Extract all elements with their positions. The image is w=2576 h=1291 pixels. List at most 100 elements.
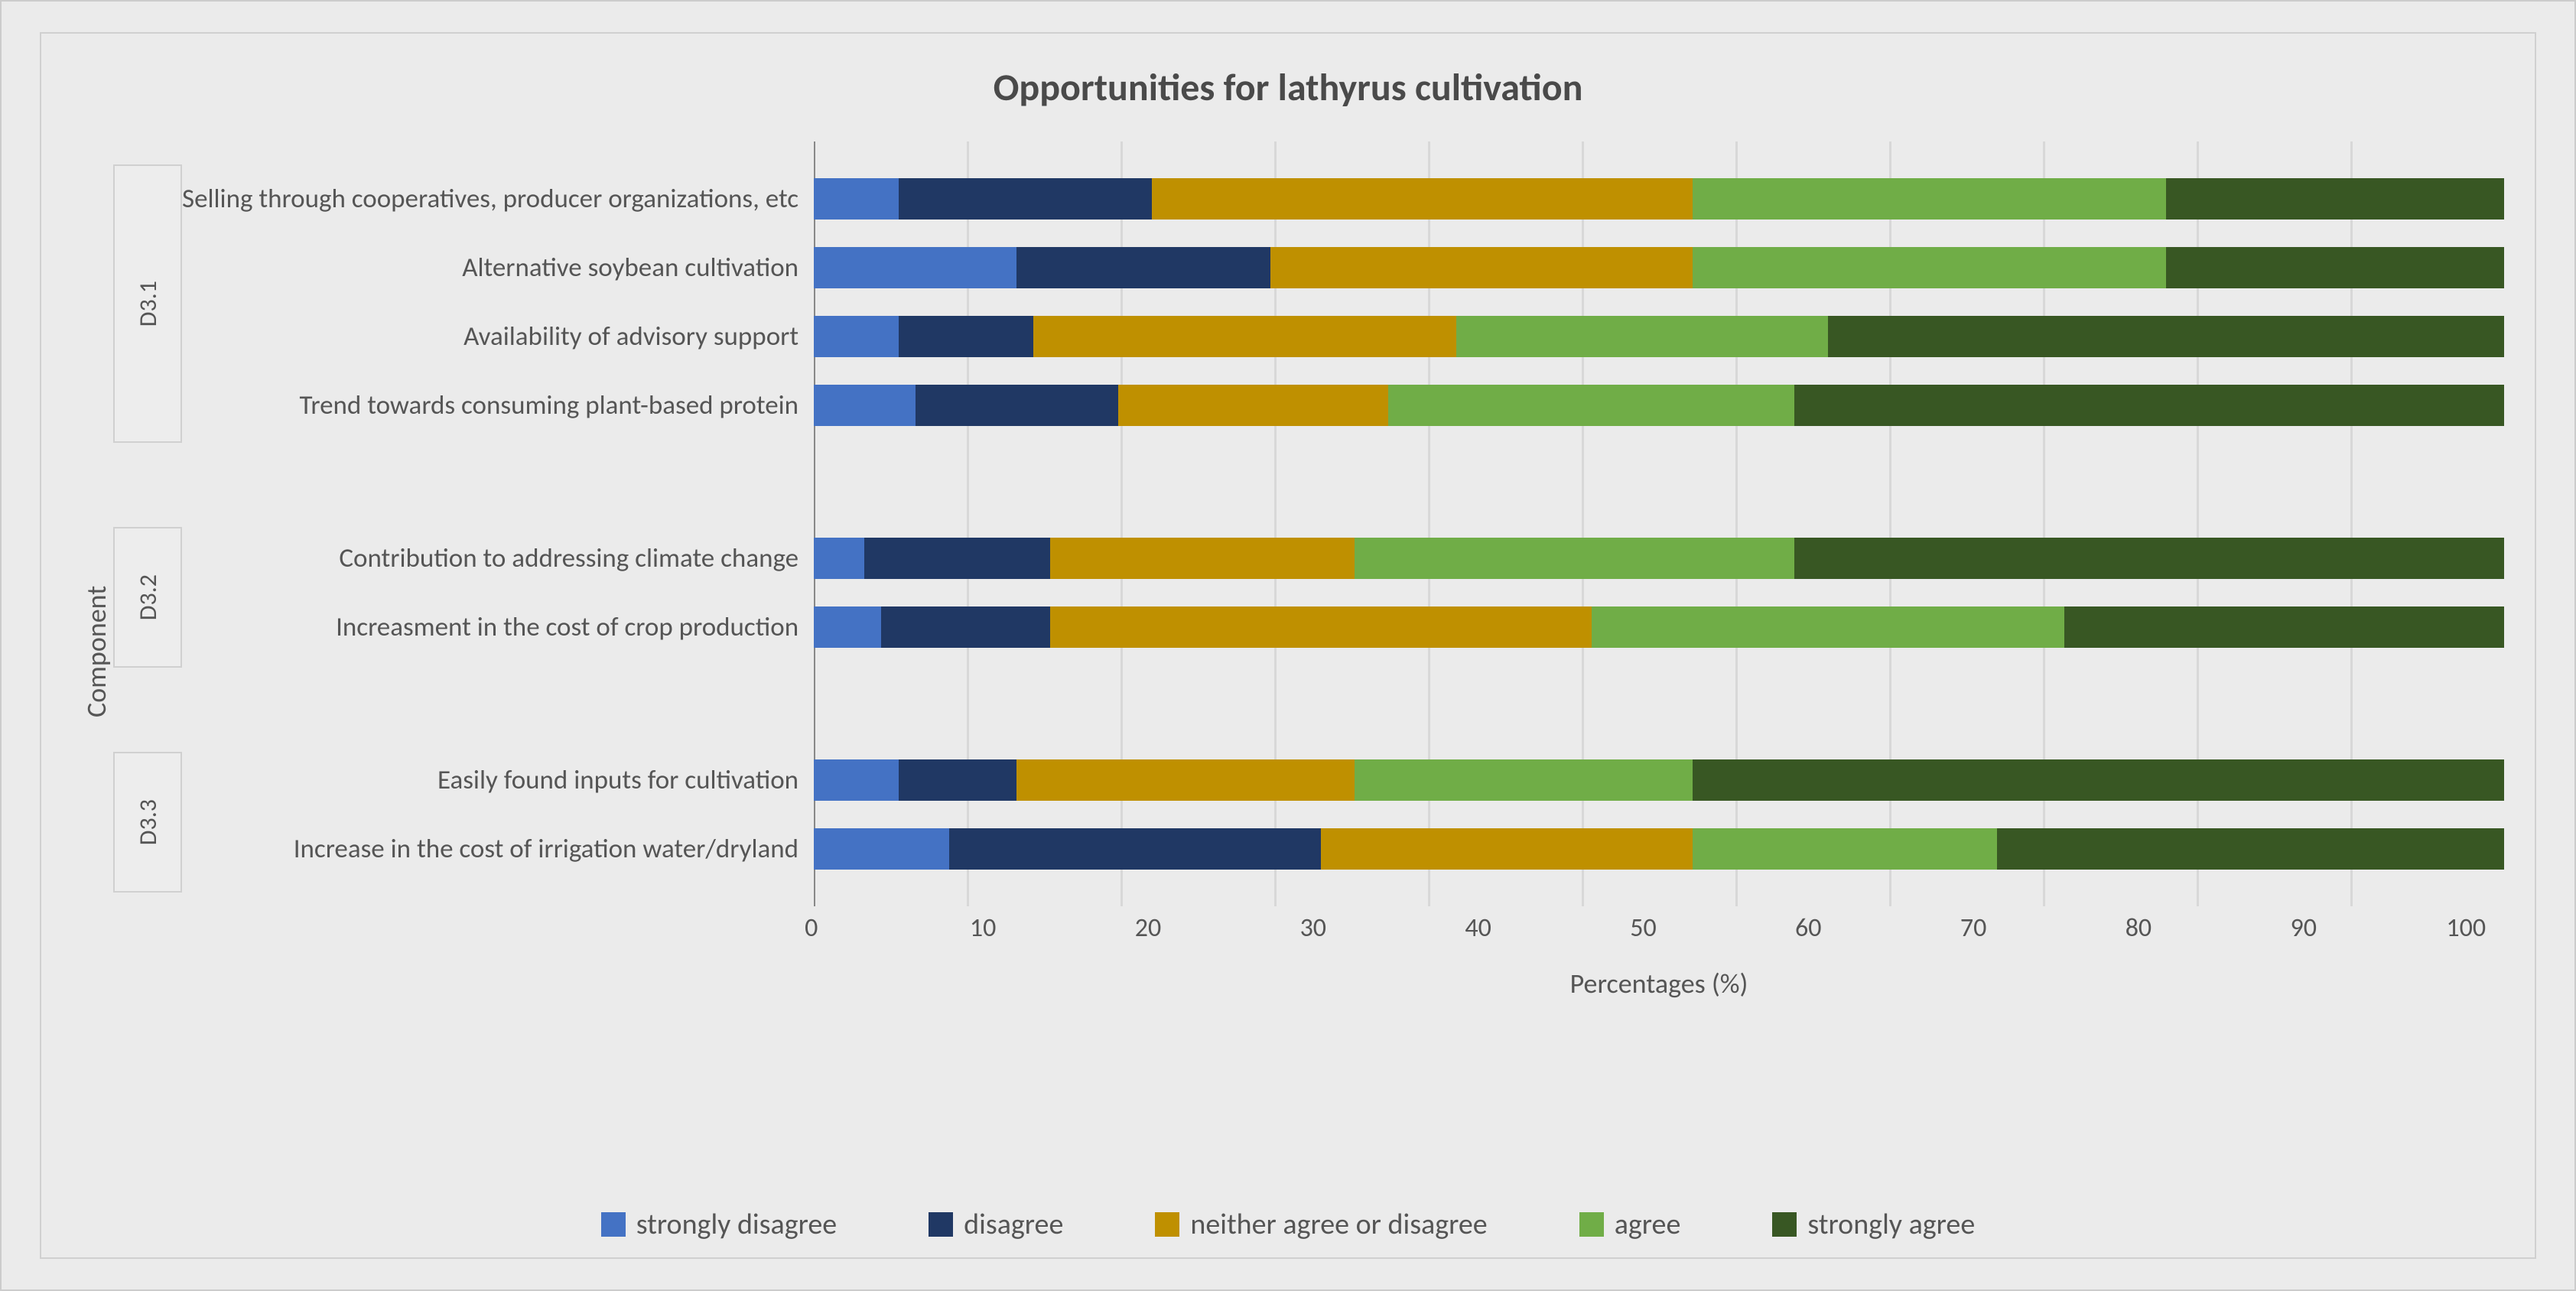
group-box: D3.3 [113,752,182,893]
bar-row [814,746,2504,815]
bar-segment [814,178,898,220]
stacked-bar [814,759,2504,801]
plot-area [814,141,2504,906]
legend-swatch [929,1212,953,1237]
bar-segment [899,316,1034,357]
bar-segment [1794,538,2504,579]
plot-column: 0102030405060708090100 Percentages (%) [814,141,2504,1161]
bar-segment [1016,247,1270,288]
group-box: D3.2 [113,527,182,668]
x-axis-ticks: 0102030405060708090100 [814,906,2504,944]
bar-segment [1456,316,1828,357]
bar-segment [814,828,949,870]
stacked-bar [814,316,2504,357]
bar-segment [916,385,1118,426]
spacer [113,668,182,752]
legend: strongly disagree disagree neither agree o… [72,1207,2504,1242]
bar-segment [2166,247,2504,288]
bar-segment [1693,759,2504,801]
category-label: Easily found inputs for cultivation [182,746,814,815]
spacer [182,883,814,906]
x-tick-label: 40 [1465,912,1630,944]
x-tick-label: 60 [1795,912,1960,944]
chart-title: Opportunities for lathyrus cultivation [72,64,2504,111]
legend-label: agree [1615,1207,1681,1242]
legend-label: strongly disagree [636,1207,837,1242]
x-tick-label: 0 [805,912,970,944]
chart-frame: Opportunities for lathyrus cultivation C… [0,0,2576,1291]
spacer [814,662,2504,746]
bar-segment [1693,178,2166,220]
bar-segment [1592,606,2065,648]
bar-segment [899,759,1017,801]
category-labels-column: Selling through cooperatives, producer o… [182,141,814,1161]
bar-row [814,164,2504,233]
bar-segment [814,247,1016,288]
bar-row [814,524,2504,593]
bar-segment [2064,606,2504,648]
bar-segment [1050,538,1355,579]
group-label: D3.2 [133,574,163,620]
bar-segment [814,606,881,648]
chart-body: Component D3.1 D3.2 D3.3 Selling through c… [72,141,2504,1161]
legend-label: disagree [964,1207,1063,1242]
group-label: D3.1 [133,281,163,327]
spacer [113,443,182,527]
bar-rows [814,141,2504,906]
bar-row [814,302,2504,371]
bar-segment [1270,247,1693,288]
bar-segment [814,759,898,801]
x-axis-label: Percentages (%) [814,967,2504,1000]
group-label: D3.3 [133,799,163,845]
spacer [814,883,2504,906]
legend-item: agree [1579,1207,1681,1242]
x-tick-label: 20 [1135,912,1300,944]
bar-segment [1152,178,1693,220]
stacked-bar [814,538,2504,579]
stacked-bar [814,606,2504,648]
legend-item: strongly disagree [601,1207,837,1242]
legend-item: disagree [929,1207,1063,1242]
group-labels-column: D3.1 D3.2 D3.3 [113,141,182,1161]
spacer [182,440,814,524]
x-tick-label: 30 [1300,912,1465,944]
stacked-bar [814,178,2504,220]
bar-segment [1016,759,1355,801]
bar-segment [949,828,1321,870]
x-tick-label: 80 [2126,912,2291,944]
left-columns: D3.1 D3.2 D3.3 Selling through cooperative… [113,141,814,1161]
category-label: Increase in the cost of irrigation water… [182,815,814,883]
bar-segment [1355,538,1794,579]
spacer [182,662,814,746]
bar-row [814,815,2504,883]
y-axis-label: Component [72,141,113,1161]
bar-segment [814,316,898,357]
bar-segment [1050,606,1591,648]
x-tick-label: 70 [1960,912,2126,944]
legend-label: neither agree or disagree [1190,1207,1487,1242]
legend-swatch [1772,1212,1797,1237]
bar-segment [814,538,864,579]
bar-segment [814,385,916,426]
chart-canvas: Opportunities for lathyrus cultivation C… [40,32,2536,1259]
bar-segment [1321,828,1693,870]
bar-segment [899,178,1152,220]
category-label: Availability of advisory support [182,302,814,371]
group-box: D3.1 [113,164,182,443]
bar-segment [1355,759,1693,801]
spacer [814,141,2504,164]
x-tick-label: 10 [970,912,1135,944]
bar-segment [864,538,1050,579]
bar-row [814,233,2504,302]
bar-segment [881,606,1050,648]
bar-segment [1388,385,1794,426]
stacked-bar [814,247,2504,288]
bar-segment [1118,385,1389,426]
bar-segment [1693,828,1997,870]
x-tick-label: 100 [2446,912,2486,944]
spacer [182,141,814,164]
bar-segment [1997,828,2504,870]
legend-item: neither agree or disagree [1155,1207,1487,1242]
spacer [113,893,182,915]
legend-swatch [1155,1212,1179,1237]
